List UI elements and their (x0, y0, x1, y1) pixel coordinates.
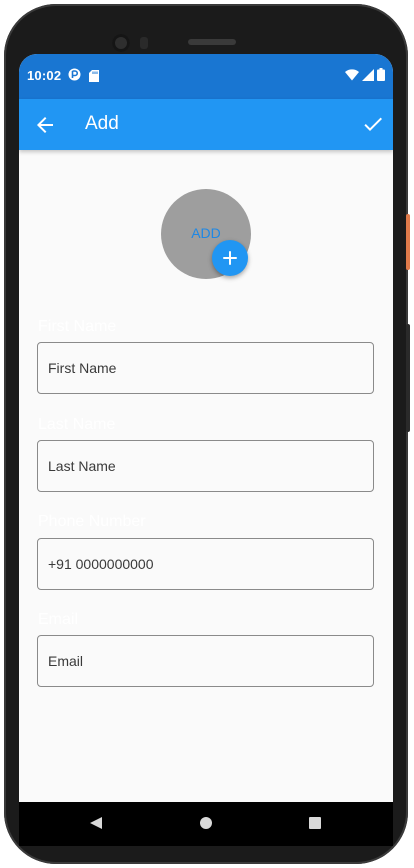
volume-rocker (406, 324, 410, 432)
front-camera (112, 34, 130, 52)
pin-circle-icon (68, 68, 81, 86)
back-button[interactable] (33, 113, 57, 137)
status-bar: 10:02 (19, 54, 393, 99)
battery-icon (377, 68, 385, 86)
app-bar: Add (19, 99, 393, 150)
email-input[interactable] (37, 635, 374, 687)
status-right-icons (345, 68, 385, 86)
last-name-label: Last Name (38, 416, 116, 433)
app-screen: 10:02 Add ADD First Name First Name Last… (19, 54, 393, 802)
plus-icon (223, 251, 237, 265)
system-nav-bar (19, 802, 393, 846)
last-name-input[interactable] (37, 440, 374, 492)
nav-back-icon[interactable] (89, 816, 103, 835)
earpiece-speaker (188, 39, 236, 45)
email-label: Email (38, 611, 79, 628)
nav-recent-icon[interactable] (309, 817, 321, 829)
add-photo-button[interactable] (212, 240, 248, 276)
phone-number-input[interactable] (37, 538, 374, 590)
first-name-label: First Name (38, 318, 117, 335)
power-button (406, 214, 410, 270)
status-time: 10:02 (27, 68, 62, 83)
nav-home-icon[interactable] (200, 817, 212, 829)
check-icon (364, 117, 382, 131)
phone-number-label: Phone Number (38, 513, 146, 530)
arrow-back-icon (37, 117, 53, 133)
cell-signal-icon (362, 68, 374, 86)
avatar-label: ADD (191, 225, 221, 241)
first-name-input[interactable] (37, 342, 374, 394)
page-title: Add (85, 113, 119, 134)
camera-sensor (140, 37, 148, 49)
sd-card-icon (89, 69, 99, 87)
save-button[interactable] (361, 112, 385, 136)
wifi-icon (345, 68, 359, 86)
